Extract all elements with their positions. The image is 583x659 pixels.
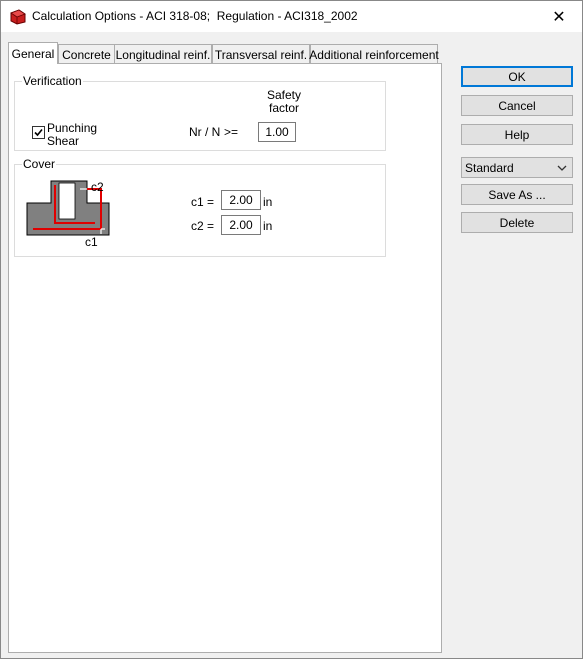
chevron-down-icon — [557, 165, 567, 171]
diagram-c2-label: c2 — [91, 180, 104, 194]
title-bar: Calculation Options - ACI 318-08; Regula… — [1, 1, 582, 32]
ok-button-label: OK — [508, 69, 526, 84]
cancel-button[interactable]: Cancel — [461, 95, 573, 116]
help-button-label: Help — [504, 127, 530, 142]
cancel-button-label: Cancel — [498, 98, 536, 113]
c2-unit: in — [263, 219, 273, 233]
safety-header-line1: Safety — [266, 88, 302, 102]
verification-group: Verification Safety factor Punching Shea… — [14, 74, 386, 151]
delete-button-label: Delete — [499, 215, 535, 230]
tab-label: Longitudinal reinf. — [115, 47, 211, 62]
cover-group: Cover c2 c1 c1 = 2.00 in c2 = 2.00 in — [14, 157, 386, 257]
tab-longitudinal-reinf[interactable]: Longitudinal reinf. — [114, 44, 212, 64]
c2-value: 2.00 — [229, 218, 253, 232]
tab-label: Concrete — [62, 47, 111, 62]
punching-label-line2: Shear — [47, 134, 80, 148]
general-tab-panel: Verification Safety factor Punching Shea… — [8, 63, 442, 653]
tab-concrete[interactable]: Concrete — [58, 44, 115, 64]
punching-shear-checkbox[interactable] — [32, 126, 45, 139]
tab-label: Transversal reinf. — [214, 47, 308, 62]
save-as-button[interactable]: Save As ... — [461, 184, 573, 205]
tab-additional-reinforcement[interactable]: Additional reinforcement — [309, 44, 439, 64]
save-as-button-label: Save As ... — [488, 187, 546, 202]
verification-group-title: Verification — [22, 74, 83, 88]
c1-input[interactable]: 2.00 — [221, 190, 261, 210]
safety-factor-input[interactable]: 1.00 — [258, 122, 296, 142]
tab-label: Additional reinforcement — [309, 47, 439, 62]
tab-transversal-reinf[interactable]: Transversal reinf. — [212, 44, 310, 64]
punching-label-line1: Punching — [47, 121, 98, 135]
tab-general[interactable]: General — [8, 42, 58, 64]
c1-label: c1 = — [191, 195, 215, 209]
ok-button[interactable]: OK — [461, 66, 573, 87]
operator-label: >= — [224, 125, 239, 139]
preset-selected-value: Standard — [465, 161, 514, 175]
close-button[interactable]: ✕ — [536, 1, 582, 32]
c1-unit: in — [263, 195, 273, 209]
safety-factor-value: 1.00 — [265, 125, 289, 139]
c2-label: c2 = — [191, 219, 215, 233]
diagram-c1-label: c1 — [85, 235, 98, 249]
app-logo-icon — [10, 9, 26, 25]
close-icon: ✕ — [552, 8, 566, 26]
c1-value: 2.00 — [229, 193, 253, 207]
delete-button[interactable]: Delete — [461, 212, 573, 233]
tab-label: General — [11, 46, 55, 61]
window-title: Calculation Options - ACI 318-08; Regula… — [32, 9, 358, 23]
preset-dropdown[interactable]: Standard — [461, 157, 573, 178]
help-button[interactable]: Help — [461, 124, 573, 145]
safety-header-line2: factor — [268, 101, 299, 115]
cover-group-title: Cover — [22, 157, 57, 171]
c2-input[interactable]: 2.00 — [221, 215, 261, 235]
ratio-label: Nr / N — [189, 125, 221, 139]
dialog-window: Calculation Options - ACI 318-08; Regula… — [0, 0, 583, 659]
checkmark-icon — [34, 128, 43, 137]
